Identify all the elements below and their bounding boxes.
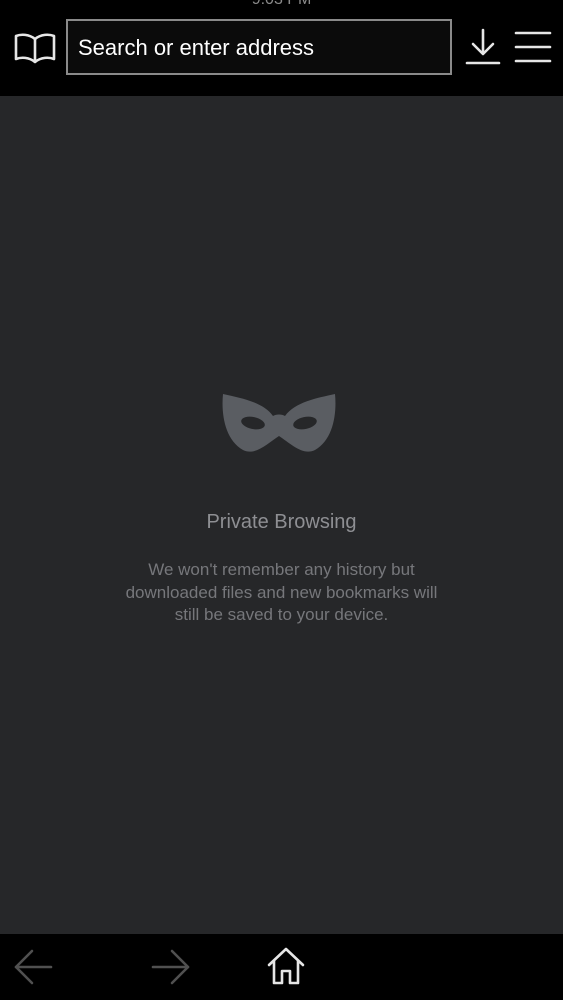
home-button[interactable]	[262, 940, 310, 992]
browser-window: 9:03 PM Search or enter address	[0, 0, 563, 1000]
top-toolbar: 9:03 PM Search or enter address	[0, 0, 563, 96]
private-mask-icon	[222, 394, 336, 452]
private-browsing-page: Private Browsing We won't remember any h…	[0, 96, 563, 934]
forward-button[interactable]	[146, 942, 196, 992]
menu-button[interactable]	[510, 24, 556, 70]
download-icon	[465, 28, 501, 65]
address-bar[interactable]: Search or enter address	[66, 19, 452, 75]
status-time: 9:03 PM	[0, 0, 563, 10]
hamburger-menu-icon	[514, 31, 552, 63]
private-browsing-title: Private Browsing	[206, 511, 357, 533]
downloads-button[interactable]	[460, 24, 506, 70]
open-book-icon	[14, 33, 56, 64]
private-browsing-description: We won't remember any history but downlo…	[125, 560, 438, 624]
forward-arrow-icon	[151, 949, 190, 985]
back-arrow-icon	[14, 949, 53, 985]
back-button[interactable]	[8, 942, 58, 992]
home-icon	[267, 947, 305, 985]
bottom-toolbar	[0, 934, 563, 1000]
bookmarks-button[interactable]	[10, 26, 60, 70]
